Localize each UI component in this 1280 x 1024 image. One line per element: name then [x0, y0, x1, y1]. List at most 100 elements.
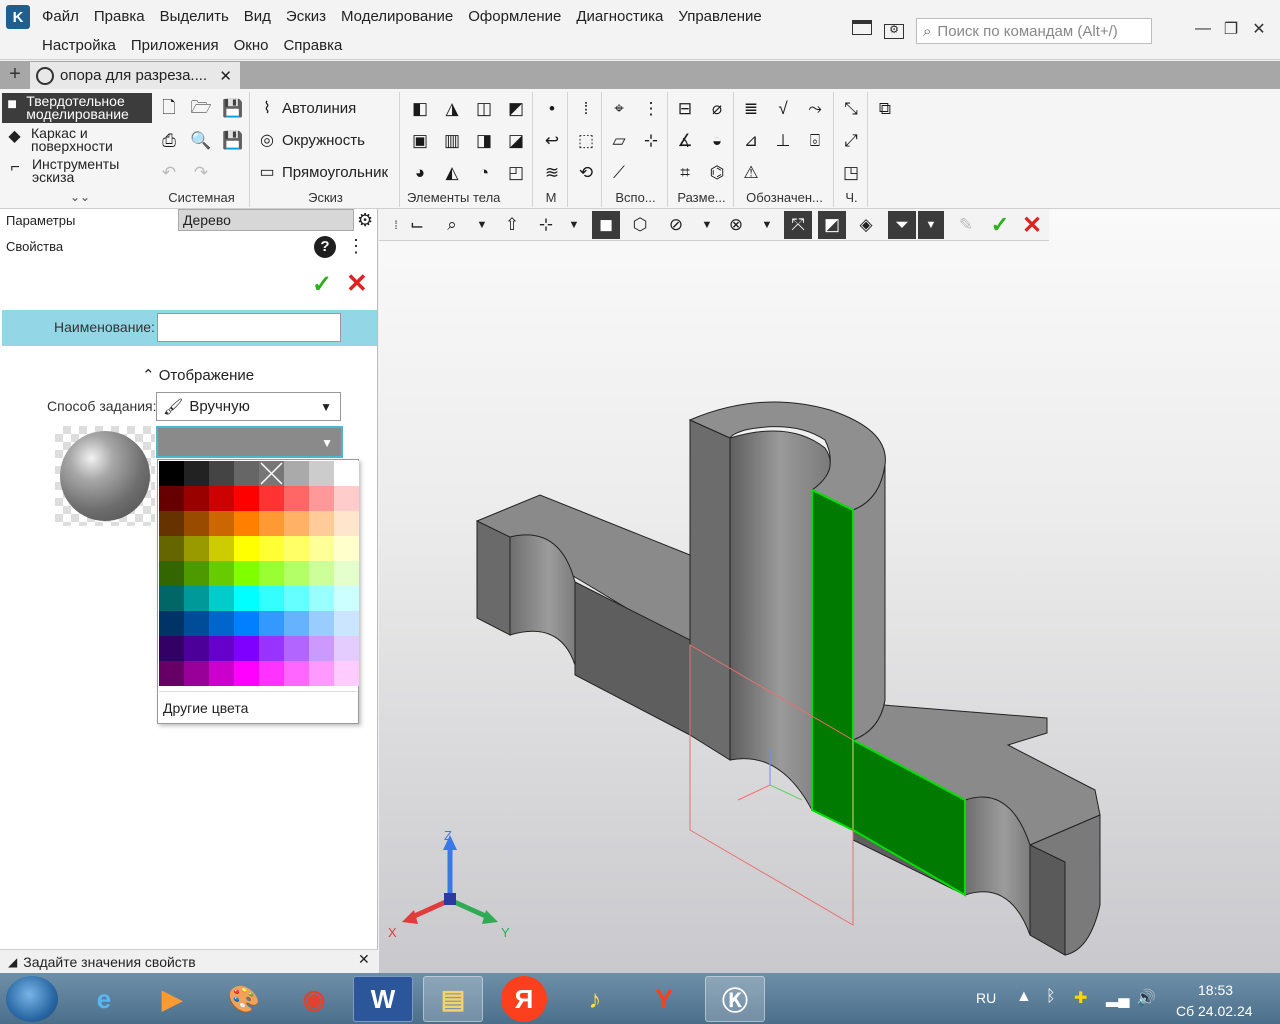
loft-icon[interactable]: ◫ — [471, 96, 497, 122]
color-swatch[interactable] — [209, 536, 234, 561]
close-tab-icon[interactable]: ✕ — [219, 67, 232, 85]
color-swatch[interactable] — [284, 536, 309, 561]
layers-icon[interactable]: ◈ — [852, 211, 880, 239]
selected-face-vertical[interactable] — [811, 488, 854, 832]
color-swatch[interactable] — [159, 536, 184, 561]
color-swatch[interactable] — [284, 611, 309, 636]
point-icon[interactable]: • — [539, 96, 565, 122]
kompas-logo-icon[interactable]: K — [6, 5, 30, 29]
color-swatch[interactable] — [284, 511, 309, 536]
color-swatch[interactable] — [159, 486, 184, 511]
color-swatch[interactable] — [334, 511, 359, 536]
color-swatch[interactable] — [234, 586, 259, 611]
fillet-icon[interactable]: ◕ — [407, 160, 433, 186]
hole-icon[interactable]: ▥ — [439, 128, 465, 154]
volume-icon[interactable]: 🔊 — [1136, 988, 1156, 1008]
apply-check-icon[interactable]: ✓ — [986, 211, 1014, 239]
undo-icon[interactable]: ↶ — [156, 160, 182, 186]
yandex-browser-icon[interactable]: Y — [634, 976, 694, 1022]
color-swatch[interactable] — [184, 511, 209, 536]
cancel-x-icon[interactable]: ✕ — [346, 268, 368, 299]
tray-show-hidden-icon[interactable]: ▲ — [1016, 988, 1032, 1006]
plane-icon[interactable]: ▱ — [606, 128, 632, 154]
color-swatch[interactable] — [309, 611, 334, 636]
shaded-view-icon[interactable]: ◼ — [592, 211, 620, 239]
file-explorer-icon[interactable]: ▤ — [423, 976, 483, 1022]
color-swatch[interactable] — [334, 586, 359, 611]
media-player-icon[interactable]: ▶ — [142, 976, 202, 1022]
mark-icon[interactable]: ⚠ — [738, 160, 764, 186]
preview-icon[interactable]: 🔍 — [188, 128, 214, 154]
color-swatch[interactable] — [159, 611, 184, 636]
color-swatch[interactable] — [159, 586, 184, 611]
chevron-down-icon[interactable]: ▼ — [918, 211, 944, 239]
spring-icon[interactable]: ≋ — [539, 160, 565, 186]
clock-time[interactable]: 18:53 — [1198, 982, 1233, 998]
save-icon[interactable]: 💾 — [220, 96, 246, 122]
color-swatch[interactable] — [159, 561, 184, 586]
color-swatch[interactable] — [284, 461, 309, 486]
color-swatch[interactable] — [209, 511, 234, 536]
other-colors-link[interactable]: Другие цвета — [163, 700, 248, 716]
snap-icon[interactable]: ⤧ — [784, 211, 812, 239]
color-swatch[interactable] — [334, 486, 359, 511]
color-swatch[interactable] — [234, 511, 259, 536]
color-swatch[interactable] — [284, 561, 309, 586]
rib-icon[interactable]: ◔ — [471, 160, 497, 186]
plane-offset-icon[interactable]: ⌖ — [606, 96, 632, 122]
auto-dimension-icon[interactable]: ⌬ — [704, 160, 730, 186]
color-swatch[interactable] — [259, 611, 284, 636]
wireframe-view-icon[interactable]: ⬡ — [626, 211, 654, 239]
color-swatch[interactable] — [284, 636, 309, 661]
roughness-icon[interactable]: √ — [770, 96, 796, 122]
color-swatch[interactable] — [159, 461, 184, 486]
cut-extrude-icon[interactable]: ◨ — [471, 128, 497, 154]
angle-dimension-icon[interactable]: ∡ — [672, 128, 698, 154]
sweep-icon[interactable]: ◩ — [503, 96, 529, 122]
pipette-icon[interactable]: ✎ — [952, 211, 980, 239]
document-tab[interactable]: опора для разреза.... ✕ — [30, 62, 240, 89]
print-icon[interactable]: ⎙ — [156, 128, 182, 154]
menu-select[interactable]: Выделить — [160, 8, 229, 25]
properties-icon[interactable]: ⧉ — [872, 96, 898, 122]
extrude-icon[interactable]: ◧ — [407, 96, 433, 122]
color-swatch[interactable] — [334, 536, 359, 561]
color-select[interactable]: ▼ — [156, 426, 343, 458]
color-swatch[interactable] — [309, 636, 334, 661]
chevron-down-icon[interactable]: ▼ — [700, 211, 714, 239]
color-swatch[interactable] — [184, 461, 209, 486]
color-swatch[interactable] — [259, 586, 284, 611]
radius-dimension-icon[interactable]: ◒ — [704, 128, 730, 154]
chrome-icon[interactable]: ◉ — [284, 976, 344, 1022]
color-swatch[interactable] — [159, 661, 184, 686]
no-color-swatch[interactable] — [259, 461, 284, 486]
new-document-icon[interactable]: 🗋 — [156, 96, 182, 122]
menu-apps[interactable]: Приложения — [131, 37, 219, 54]
color-swatch[interactable] — [259, 486, 284, 511]
color-swatch[interactable] — [184, 661, 209, 686]
measure-angle-icon[interactable]: ⤢ — [838, 128, 864, 154]
word-icon[interactable]: W — [353, 976, 413, 1022]
menu-edit[interactable]: Правка — [94, 8, 145, 25]
menu-manage[interactable]: Управление — [678, 8, 761, 25]
tree-structure-icon[interactable]: ⋮ — [347, 236, 365, 257]
layout-window-icon[interactable] — [852, 20, 872, 38]
color-swatch[interactable] — [184, 611, 209, 636]
color-swatch[interactable] — [259, 536, 284, 561]
color-swatch[interactable] — [259, 511, 284, 536]
color-swatch[interactable] — [259, 636, 284, 661]
circle-button[interactable]: ◎ Окружность — [256, 130, 365, 150]
menu-diagnostics[interactable]: Диагностика — [576, 8, 663, 25]
visibility-icon[interactable]: ⊗ — [722, 211, 750, 239]
minimize-icon[interactable]: — — [1192, 18, 1214, 40]
hide-icon[interactable]: ⊘ — [662, 211, 690, 239]
section-view-icon[interactable]: ◩ — [818, 211, 846, 239]
color-swatch[interactable] — [184, 636, 209, 661]
save-all-icon[interactable]: 💾 — [220, 128, 246, 154]
color-swatch[interactable] — [309, 561, 334, 586]
yandex-music-icon[interactable]: ♪ — [565, 976, 625, 1022]
paint-icon[interactable]: 🎨 — [214, 976, 274, 1022]
color-swatch[interactable] — [259, 661, 284, 686]
menu-window[interactable]: Окно — [234, 37, 269, 54]
weld-icon[interactable]: ⊿ — [738, 128, 764, 154]
